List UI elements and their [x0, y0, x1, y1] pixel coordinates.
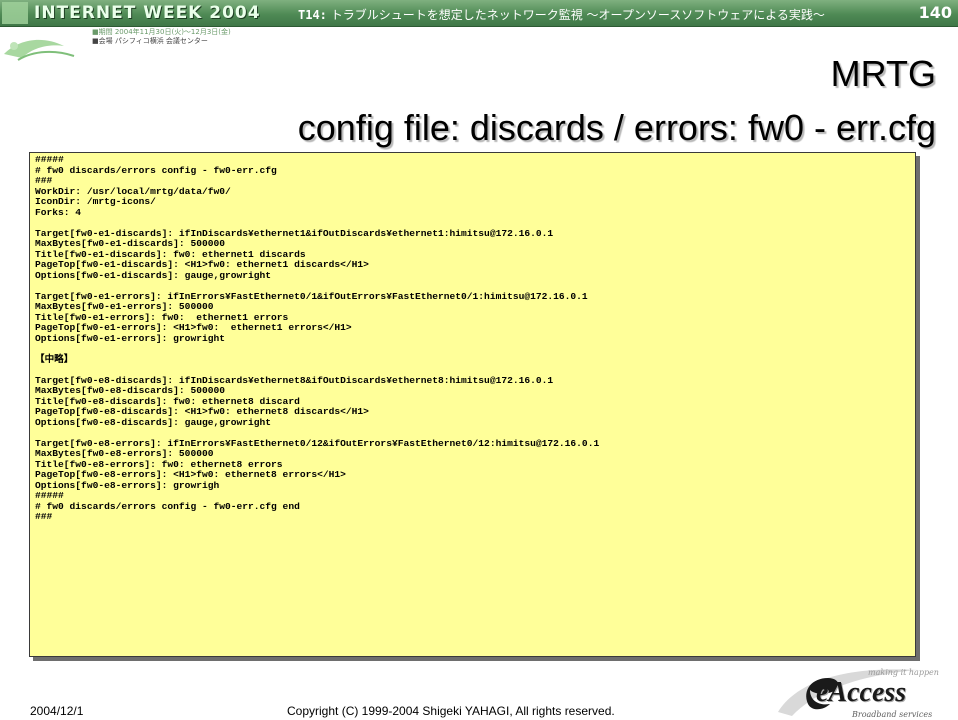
code-line: Options[fw0-e1-discards]: gauge,growrigh… [35, 269, 272, 281]
page-number: 140 [918, 3, 952, 22]
session-title-text: トラブルシュートを想定したネットワーク監視 ～オープンソースソフトウェアによる実… [330, 8, 825, 22]
code-line: PageTop[fw0-e8-discards]: <H1>fw0: ether… [35, 406, 369, 417]
code-line: PageTop[fw0-e8-errors]: <H1>fw0: etherne… [35, 469, 346, 480]
slide-title: MRTG [830, 53, 936, 94]
code-line: MaxBytes[fw0-e1-discards]: 500000 [35, 238, 225, 249]
session-code: T14: [298, 8, 327, 22]
code-line: ##### [35, 490, 64, 501]
eaccess-tagline: making it happen [868, 668, 939, 677]
code-line: Forks: 4 [35, 206, 82, 218]
code-line: MaxBytes[fw0-e8-errors]: 500000 [35, 448, 214, 459]
header-band: INTERNET WEEK 2004 T14: トラブルシュートを想定したネット… [0, 0, 958, 27]
event-info: ■期間 2004年11月30日(火)～12月3日(金) ■会場 パシフィコ横浜 … [92, 28, 231, 46]
event-dates: ■期間 2004年11月30日(火)～12月3日(金) [92, 28, 231, 36]
event-venue: ■会場 パシフィコ横浜 会議センター [92, 37, 208, 45]
code-line: WorkDir: /usr/local/mrtg/data/fw0/ [35, 185, 231, 197]
config-code-box: ##### # fw0 discards/errors config - fw0-… [29, 152, 916, 657]
code-line: # fw0 discards/errors config - fw0-err.c… [35, 164, 277, 176]
code-line: ### [35, 511, 53, 522]
event-logo-text: INTERNET WEEK 2004 [34, 3, 261, 23]
code-line: PageTop[fw0-e1-errors]: <H1>fw0: etherne… [35, 322, 352, 333]
footer-date: 2004/12/1 [30, 704, 84, 718]
session-title: T14: トラブルシュートを想定したネットワーク監視 ～オープンソースソフトウェ… [298, 6, 918, 23]
eaccess-subline: Broadband services [852, 710, 933, 719]
code-line: ### [35, 175, 53, 186]
code-line: Options[fw0-e8-errors]: growrigh [35, 479, 220, 491]
code-line: MaxBytes[fw0-e1-errors]: 500000 [35, 301, 214, 312]
footer-copyright: Copyright (C) 1999-2004 Shigeki YAHAGI, … [287, 704, 615, 718]
code-line: MaxBytes[fw0-e8-discards]: 500000 [35, 385, 225, 396]
code-line: Options[fw0-e1-errors]: growright [35, 332, 225, 344]
code-line: IconDir: /mrtg-icons/ [35, 196, 156, 207]
code-line: PageTop[fw0-e1-discards]: <H1>fw0: ether… [35, 259, 369, 270]
code-line: # fw0 discards/errors config - fw0-err.c… [35, 500, 300, 512]
code-line: 【中略】 [35, 353, 74, 365]
eaccess-brand: eAccess [816, 677, 907, 708]
code-line: ##### [35, 154, 64, 165]
code-line: Options[fw0-e8-discards]: gauge,growrigh… [35, 416, 272, 428]
eaccess-logo: making it happen eAccess Broadband servi… [768, 660, 958, 720]
slide-subtitle: config file: discards / errors: fw0 - er… [297, 107, 936, 148]
